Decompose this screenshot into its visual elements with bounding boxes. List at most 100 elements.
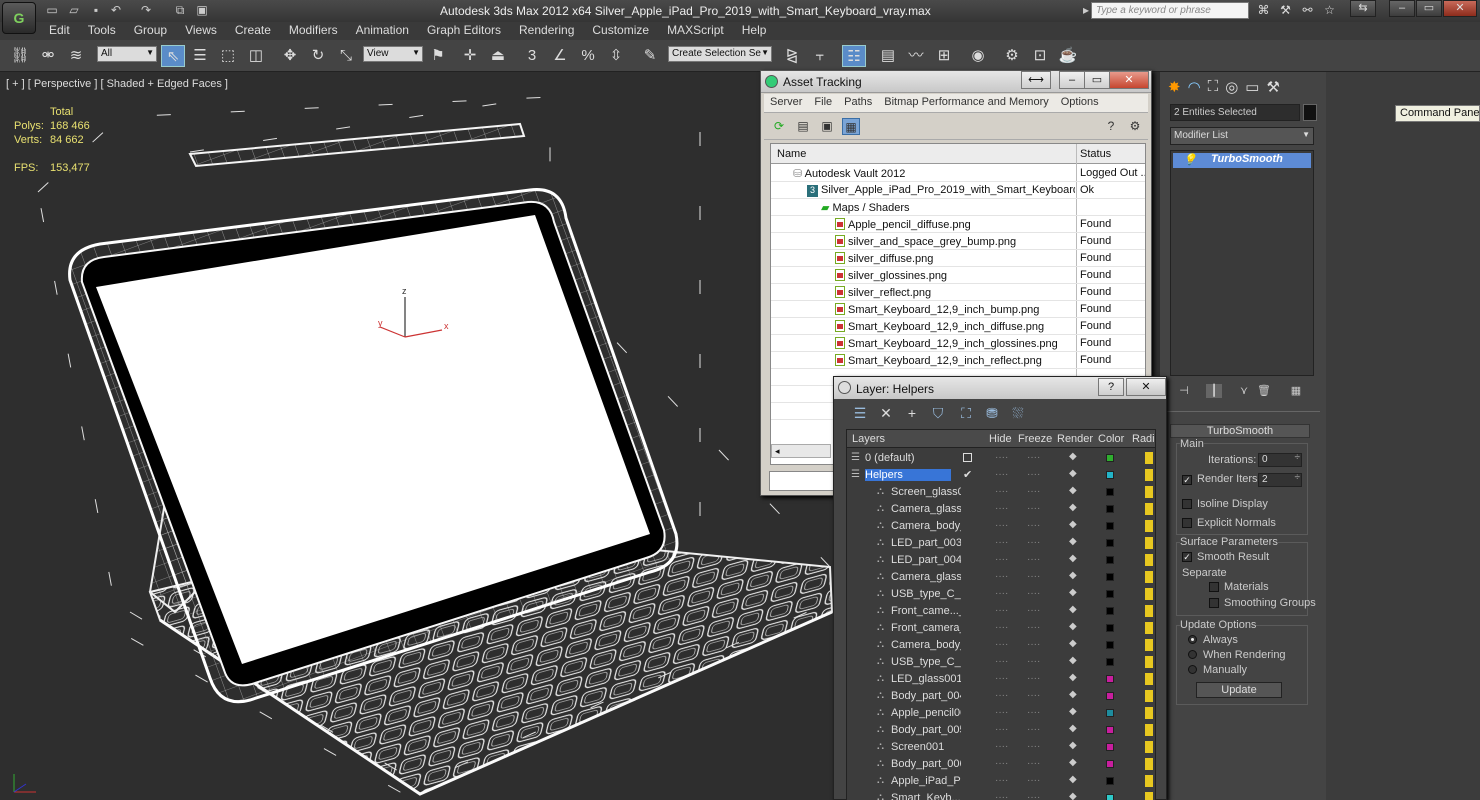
materials-checkbox[interactable]: [1209, 582, 1219, 592]
maximize-button[interactable]: ▭: [1416, 0, 1442, 17]
unlink-icon[interactable]: ⚮: [36, 45, 60, 67]
hide-toggle[interactable]: ····: [995, 724, 1008, 735]
radiosity-icon[interactable]: [1145, 707, 1153, 719]
layer-color-swatch[interactable]: [1106, 556, 1114, 564]
star-icon[interactable]: ☆: [1321, 2, 1338, 19]
hide-toggle[interactable]: ····: [995, 656, 1008, 667]
window-crossing-icon[interactable]: ◫: [244, 45, 268, 67]
asset-maximize-button[interactable]: ▭: [1084, 71, 1110, 89]
layer-object-row[interactable]: ⛬ USB_type_C_par ···· ···· ◆: [847, 654, 1155, 671]
freeze-toggle[interactable]: ····: [1027, 724, 1040, 735]
save-file-icon[interactable]: ▪: [88, 3, 104, 18]
select-manipulate-icon[interactable]: ✛: [458, 45, 482, 67]
angle-snap-icon[interactable]: ∠: [548, 45, 572, 67]
layer-close-button[interactable]: ✕: [1126, 378, 1166, 396]
hide-toggle[interactable]: ····: [995, 571, 1008, 582]
help-search-input[interactable]: Type a keyword or phrase: [1091, 2, 1249, 19]
render-setup-icon[interactable]: ⚙: [1000, 45, 1024, 67]
freeze-toggle[interactable]: ····: [1027, 605, 1040, 616]
render-teapot-icon[interactable]: ◆: [1069, 655, 1077, 666]
freeze-toggle[interactable]: ····: [1027, 588, 1040, 599]
hide-toggle[interactable]: ····: [995, 775, 1008, 786]
layer-col-layers[interactable]: Layers: [852, 433, 885, 445]
delete-layer-icon[interactable]: ✕: [876, 404, 896, 422]
undo-icon[interactable]: ↶: [108, 3, 124, 18]
menu-help[interactable]: Help: [733, 22, 776, 40]
update-button[interactable]: Update: [1196, 682, 1282, 698]
selection-filter-dropdown[interactable]: All: [97, 46, 157, 62]
layer-color-swatch[interactable]: [1106, 471, 1114, 479]
hide-all-layers-icon[interactable]: ⛃: [982, 404, 1002, 422]
update-manually-radio[interactable]: [1188, 665, 1197, 674]
menu-graph-editors[interactable]: Graph Editors: [418, 22, 510, 40]
select-object-icon[interactable]: ⇖: [161, 45, 185, 67]
freeze-all-layers-icon[interactable]: ⛆: [1008, 404, 1028, 422]
hide-toggle[interactable]: ····: [995, 673, 1008, 684]
render-teapot-icon[interactable]: ◆: [1069, 621, 1077, 632]
named-selection-dropdown[interactable]: Create Selection Se: [668, 46, 772, 62]
asset-help-icon[interactable]: ?: [1102, 118, 1120, 135]
layer-object-row[interactable]: ⛬ Apple_pencil001 ···· ···· ◆: [847, 705, 1155, 722]
layer-object-row[interactable]: ⛬ Apple_iPad_Pro_ ···· ···· ◆: [847, 773, 1155, 790]
align-icon[interactable]: ⫟: [808, 45, 832, 67]
make-unique-icon[interactable]: ⋎: [1236, 384, 1252, 398]
asset-col-status[interactable]: Status: [1080, 148, 1111, 160]
asset-settings-icon[interactable]: ⚙: [1126, 118, 1144, 135]
move-icon[interactable]: ✥: [278, 45, 302, 67]
radiosity-icon[interactable]: [1145, 673, 1153, 685]
asset-row[interactable]: Smart_Keyboard_12,9_inch_bump.png Found: [771, 301, 1145, 318]
layer-object-row[interactable]: ⛬ LED_glass001 ···· ···· ◆: [847, 671, 1155, 688]
render-teapot-icon[interactable]: ◆: [1069, 672, 1077, 683]
radiosity-icon[interactable]: [1145, 520, 1153, 532]
reference-coordinate-dropdown[interactable]: View: [363, 46, 423, 62]
layer-row[interactable]: ☰ Helpers ✔ ···· ···· ◆: [847, 467, 1155, 484]
select-by-name-icon[interactable]: ☰: [188, 45, 212, 67]
asset-row[interactable]: silver_diffuse.png Found: [771, 250, 1145, 267]
layer-color-swatch[interactable]: [1106, 675, 1114, 683]
layer-object-row[interactable]: ⛬ Body_part_006 ···· ···· ◆: [847, 756, 1155, 773]
layer-color-swatch[interactable]: [1106, 454, 1114, 462]
asset-row[interactable]: ⛁ Autodesk Vault 2012 Logged Out ...: [771, 165, 1145, 182]
snaps-toggle-icon[interactable]: 3: [520, 45, 544, 67]
radiosity-icon[interactable]: [1145, 775, 1153, 787]
layer-object-row[interactable]: ⛬ Camera_glass_p ···· ···· ◆: [847, 569, 1155, 586]
radiosity-icon[interactable]: [1145, 605, 1153, 617]
smooth-result-checkbox[interactable]: ✓: [1182, 552, 1192, 562]
render-teapot-icon[interactable]: ◆: [1069, 451, 1077, 462]
thumbnail-view-icon[interactable]: ▣: [818, 118, 836, 135]
render-teapot-icon[interactable]: ◆: [1069, 519, 1077, 530]
link-icon[interactable]: ⛓: [8, 45, 32, 67]
menu-edit[interactable]: Edit: [40, 22, 79, 40]
remove-modifier-icon[interactable]: 🗑: [1256, 384, 1272, 398]
radiosity-icon[interactable]: [1145, 724, 1153, 736]
object-color-swatch[interactable]: [1303, 104, 1317, 121]
refresh-icon[interactable]: ⟳: [770, 118, 788, 135]
asset-menu-bitmap[interactable]: Bitmap Performance and Memory: [878, 94, 1054, 112]
radiosity-icon[interactable]: [1145, 622, 1153, 634]
radiosity-icon[interactable]: [1145, 452, 1153, 464]
layer-manager-icon[interactable]: ☷: [842, 45, 866, 67]
project-folder-icon[interactable]: ▣: [194, 3, 210, 18]
table-view-icon[interactable]: ▦: [842, 118, 860, 135]
layer-object-row[interactable]: ⛬ Screen001 ···· ···· ◆: [847, 739, 1155, 756]
layer-color-swatch[interactable]: [1106, 488, 1114, 496]
hide-toggle[interactable]: ····: [995, 792, 1008, 800]
render-teapot-icon[interactable]: ◆: [1069, 774, 1077, 785]
hide-toggle[interactable]: ····: [995, 469, 1008, 480]
asset-col-name[interactable]: Name: [777, 148, 806, 160]
add-to-layer-icon[interactable]: +: [902, 404, 922, 422]
isoline-display-checkbox[interactable]: [1182, 499, 1192, 509]
layer-color-swatch[interactable]: [1106, 777, 1114, 785]
freeze-toggle[interactable]: ····: [1027, 503, 1040, 514]
curve-editor-icon[interactable]: 〰: [904, 45, 928, 67]
asset-menu-server[interactable]: Server: [764, 94, 808, 112]
layer-color-swatch[interactable]: [1106, 573, 1114, 581]
lightbulb-icon[interactable]: 💡: [1183, 153, 1197, 166]
render-teapot-icon[interactable]: ◆: [1069, 536, 1077, 547]
explicit-normals-checkbox[interactable]: [1182, 518, 1192, 528]
percent-snap-icon[interactable]: %: [576, 45, 600, 67]
radiosity-icon[interactable]: [1145, 588, 1153, 600]
iterations-spinner[interactable]: 0: [1258, 452, 1302, 467]
update-when-rendering-radio[interactable]: [1188, 650, 1197, 659]
freeze-toggle[interactable]: ····: [1027, 690, 1040, 701]
